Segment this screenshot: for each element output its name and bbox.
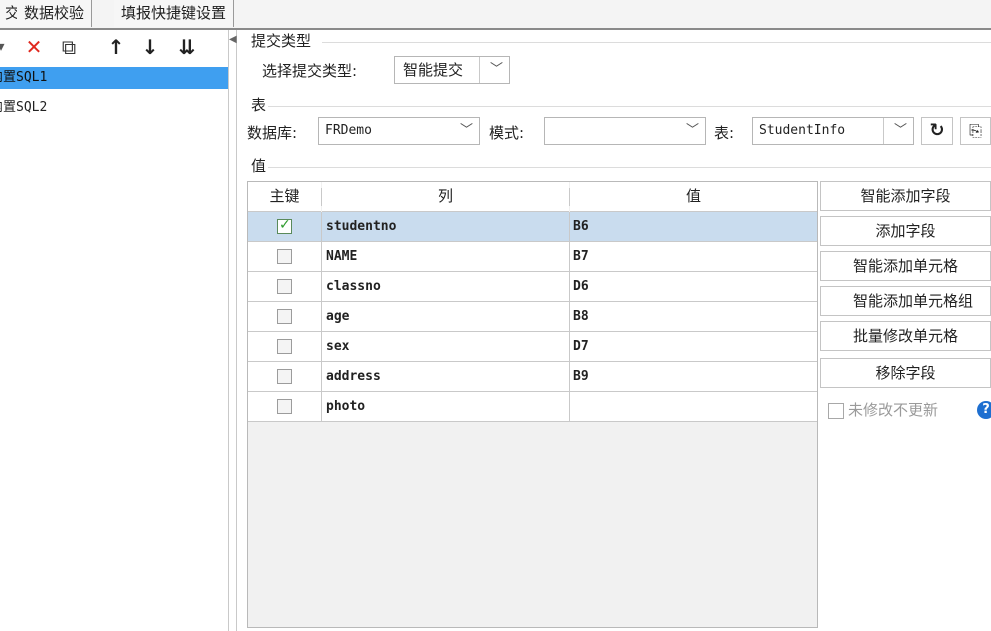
batch-modify-cells-button[interactable]: 批量修改单元格 — [820, 321, 991, 351]
sql-item-label: 内置SQL1 — [0, 70, 48, 85]
dropdown-icon[interactable]: ▾ — [0, 36, 8, 58]
submit-type-select[interactable]: 智能提交 ﹀ — [394, 56, 510, 84]
schema-select[interactable]: ﹀ — [544, 117, 706, 145]
submit-type-label: 选择提交类型: — [262, 62, 358, 80]
delete-icon[interactable]: ✕ — [22, 36, 46, 58]
cell-divider — [321, 392, 322, 421]
submit-type-title: 提交类型 — [251, 32, 312, 50]
column-header-column[interactable]: 列 — [322, 182, 569, 212]
section-divider — [322, 42, 991, 43]
cell-divider — [321, 302, 322, 331]
section-divider — [268, 106, 991, 107]
cell-divider — [321, 212, 322, 241]
refresh-button[interactable]: ↻ — [921, 117, 953, 145]
chevron-down-icon: ﹀ — [489, 62, 503, 77]
chevron-down-icon: ﹀ — [459, 123, 473, 138]
value-section-title: 值 — [251, 157, 267, 175]
cell-divider — [569, 302, 570, 331]
sql-list-item[interactable]: 内置SQL1 — [0, 67, 228, 89]
schema-label: 模式: — [489, 124, 525, 142]
table-row[interactable]: studentno B6 — [248, 212, 817, 242]
field-mapping-table: 主键 列 值 studentno B6 NAME B7 classno D6 a… — [247, 181, 818, 628]
combo-separator — [883, 118, 884, 144]
preview-icon: ⎘ — [969, 121, 982, 140]
chevron-down-icon: ﹀ — [893, 123, 907, 138]
sql-item-label: 内置SQL2 — [0, 100, 48, 115]
tab-data-validation[interactable]: 数据校验 — [17, 0, 93, 27]
primary-key-checkbox[interactable] — [277, 339, 292, 354]
move-up-icon[interactable]: ↑ — [106, 36, 126, 58]
sort-icon[interactable]: ⇊ — [175, 36, 199, 58]
value-cell[interactable]: B9 — [573, 362, 589, 391]
collapse-icon[interactable]: ◀ — [229, 34, 237, 45]
table-row[interactable]: sex D7 — [248, 332, 817, 362]
table-section-title: 表 — [251, 96, 267, 114]
submit-type-value: 智能提交 — [403, 61, 464, 79]
cell-divider — [321, 332, 322, 361]
sql-list-item[interactable]: 内置SQL2 — [0, 97, 228, 119]
tab-shortcut-settings[interactable]: 填报快捷键设置 — [114, 0, 235, 27]
table-row[interactable]: NAME B7 — [248, 242, 817, 272]
unmodified-no-update-label: 未修改不更新 — [848, 401, 939, 419]
primary-key-checkbox[interactable] — [277, 217, 292, 234]
cell-divider — [569, 212, 570, 241]
panel-splitter[interactable]: ◀ — [228, 30, 237, 631]
column-name-cell[interactable]: address — [326, 362, 381, 391]
value-cell[interactable]: B8 — [573, 302, 589, 331]
smart-add-fields-button[interactable]: 智能添加字段 — [820, 181, 991, 211]
primary-key-checkbox[interactable] — [277, 369, 292, 384]
chevron-down-icon: ﹀ — [685, 123, 699, 138]
header-divider — [321, 188, 322, 206]
remove-field-button[interactable]: 移除字段 — [820, 358, 991, 388]
database-label: 数据库: — [247, 124, 298, 142]
combo-separator — [479, 57, 480, 83]
database-value: FRDemo — [325, 123, 372, 138]
smart-add-cell-group-button[interactable]: 智能添加单元格组 — [820, 286, 991, 316]
value-cell[interactable]: B6 — [573, 212, 589, 241]
column-name-cell[interactable]: age — [326, 302, 349, 331]
primary-key-checkbox[interactable] — [277, 399, 292, 414]
column-name-cell[interactable]: classno — [326, 272, 381, 301]
unmodified-no-update-checkbox[interactable] — [828, 403, 844, 419]
primary-key-checkbox[interactable] — [277, 279, 292, 294]
value-cell[interactable]: D6 — [573, 272, 589, 301]
table-label: 表: — [714, 124, 735, 142]
copy-icon[interactable]: ⧉ — [57, 36, 81, 58]
database-select[interactable]: FRDemo ﹀ — [318, 117, 480, 145]
section-divider — [268, 167, 991, 168]
cell-divider — [569, 242, 570, 271]
primary-key-checkbox[interactable] — [277, 309, 292, 324]
preview-table-button[interactable]: ⎘ — [960, 117, 991, 145]
column-name-cell[interactable]: photo — [326, 392, 365, 421]
cell-divider — [569, 272, 570, 301]
cell-divider — [569, 362, 570, 391]
smart-add-cells-button[interactable]: 智能添加单元格 — [820, 251, 991, 281]
column-name-cell[interactable]: sex — [326, 332, 349, 361]
value-cell[interactable]: D7 — [573, 332, 589, 361]
refresh-icon: ↻ — [929, 120, 945, 141]
cell-divider — [569, 332, 570, 361]
primary-key-checkbox[interactable] — [277, 249, 292, 264]
tab-strip: 交 数据校验 填报快捷键设置 — [0, 0, 991, 30]
move-down-icon[interactable]: ↓ — [140, 36, 160, 58]
table-select[interactable]: StudentInfo ﹀ — [752, 117, 914, 145]
add-field-button[interactable]: 添加字段 — [820, 216, 991, 246]
cell-divider — [569, 392, 570, 421]
column-header-value[interactable]: 值 — [570, 182, 817, 212]
column-name-cell[interactable]: NAME — [326, 242, 357, 271]
cell-divider — [321, 272, 322, 301]
help-icon[interactable]: ? — [977, 401, 991, 419]
table-row[interactable]: age B8 — [248, 302, 817, 332]
table-value: StudentInfo — [759, 123, 846, 138]
header-divider — [569, 188, 570, 206]
value-cell[interactable]: B7 — [573, 242, 589, 271]
column-header-key[interactable]: 主键 — [248, 182, 321, 212]
cell-divider — [321, 242, 322, 271]
column-name-cell[interactable]: studentno — [326, 212, 396, 241]
table-row[interactable]: photo — [248, 392, 817, 422]
table-row[interactable]: classno D6 — [248, 272, 817, 302]
sql-list-panel — [0, 30, 228, 631]
cell-divider — [321, 362, 322, 391]
table-row[interactable]: address B9 — [248, 362, 817, 392]
